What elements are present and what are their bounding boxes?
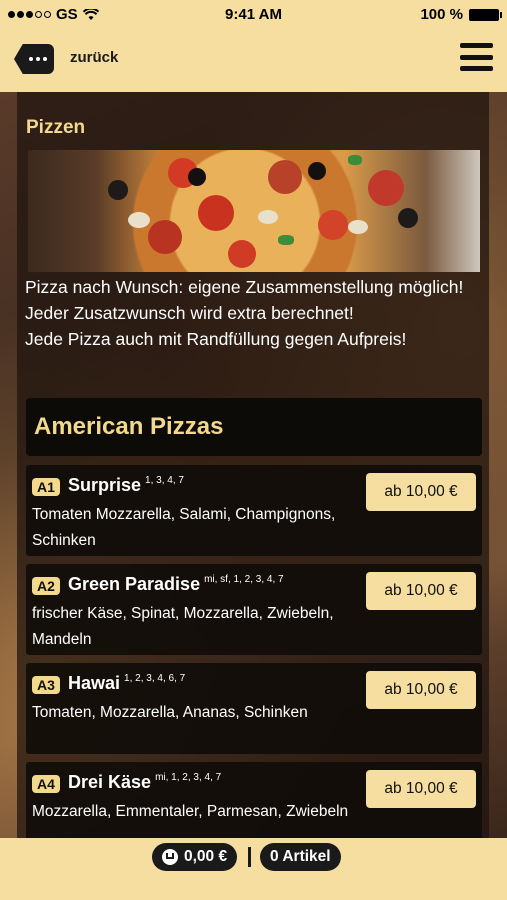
add-to-cart-button[interactable]: ab 10,00 € bbox=[366, 671, 476, 709]
cart-count: 0 Artikel bbox=[270, 848, 331, 865]
section-title: Pizzen bbox=[26, 117, 86, 138]
cart-count-button[interactable]: 0 Artikel bbox=[260, 843, 341, 871]
item-description: frischer Käse, Spinat, Mozzarella, Zwieb… bbox=[32, 605, 334, 648]
status-bar: GS 9:41 AM 100 % bbox=[0, 0, 507, 30]
item-code-badge: A1 bbox=[32, 478, 60, 496]
menu-item[interactable]: A1 Surprise 1, 3, 4, 7 Tomaten Mozzarella… bbox=[26, 465, 482, 556]
menu-item[interactable]: A3 Hawai 1, 2, 3, 4, 6, 7 Tomaten, Mozzar… bbox=[26, 663, 482, 754]
item-notes: 1, 2, 3, 4, 6, 7 bbox=[124, 673, 186, 684]
item-description: Tomaten Mozzarella, Salami, Champignons,… bbox=[32, 506, 336, 549]
item-name-row: Surprise 1, 3, 4, 7 bbox=[68, 475, 184, 496]
item-code-badge: A2 bbox=[32, 577, 60, 595]
item-name: Drei Käse bbox=[68, 772, 152, 792]
item-name-row: Green Paradise mi, sf, 1, 2, 3, 4, 7 bbox=[68, 574, 284, 595]
intro-text: Pizza nach Wunsch: eigene Zusammenstellu… bbox=[25, 274, 485, 352]
back-icon[interactable] bbox=[14, 44, 54, 74]
item-name: Hawai bbox=[68, 673, 121, 693]
item-description: Tomaten, Mozzarella, Ananas, Schinken bbox=[32, 704, 308, 721]
back-button[interactable]: zurück bbox=[70, 49, 118, 66]
divider bbox=[248, 847, 251, 867]
item-name: Green Paradise bbox=[68, 574, 201, 594]
item-code-badge: A4 bbox=[32, 775, 60, 793]
intro-line: Pizza nach Wunsch: eigene Zusammenstellu… bbox=[25, 277, 464, 297]
item-name-row: Hawai 1, 2, 3, 4, 6, 7 bbox=[68, 673, 185, 694]
add-to-cart-button[interactable]: ab 10,00 € bbox=[366, 572, 476, 610]
pizza-banner-image bbox=[28, 150, 480, 272]
battery-icon bbox=[469, 8, 502, 21]
battery-label: 100 % bbox=[420, 6, 463, 23]
menu-item[interactable]: A2 Green Paradise mi, sf, 1, 2, 3, 4, 7 f… bbox=[26, 564, 482, 655]
item-notes: mi, sf, 1, 2, 3, 4, 7 bbox=[204, 574, 284, 585]
category-title: American Pizzas bbox=[34, 413, 224, 440]
hamburger-menu-icon[interactable] bbox=[460, 43, 493, 71]
cart-bar: 0,00 € 0 Artikel bbox=[0, 838, 507, 900]
intro-line: Jeder Zusatzwunsch wird extra berechnet! bbox=[25, 303, 354, 323]
item-notes: 1, 3, 4, 7 bbox=[145, 475, 184, 486]
item-name-row: Drei Käse mi, 1, 2, 3, 4, 7 bbox=[68, 772, 221, 793]
cart-icon bbox=[162, 849, 178, 865]
app-header: zurück bbox=[0, 30, 507, 92]
content-area[interactable]: Pizzen Pizza nach Wunsch: eigene Zusamme… bbox=[0, 92, 507, 838]
cart-total-button[interactable]: 0,00 € bbox=[152, 843, 238, 871]
item-description: Mozzarella, Emmentaler, Parmesan, Zwiebe… bbox=[32, 803, 349, 820]
cart-total: 0,00 € bbox=[184, 848, 228, 865]
category-header[interactable]: American Pizzas bbox=[26, 398, 482, 456]
item-code-badge: A3 bbox=[32, 676, 60, 694]
battery-info: 100 % bbox=[420, 6, 502, 23]
item-name: Surprise bbox=[68, 475, 142, 495]
add-to-cart-button[interactable]: ab 10,00 € bbox=[366, 473, 476, 511]
add-to-cart-button[interactable]: ab 10,00 € bbox=[366, 770, 476, 808]
intro-line: Jede Pizza auch mit Randfüllung gegen Au… bbox=[25, 329, 407, 349]
item-notes: mi, 1, 2, 3, 4, 7 bbox=[155, 772, 222, 783]
menu-item[interactable]: A4 Drei Käse mi, 1, 2, 3, 4, 7 Mozzarella… bbox=[26, 762, 482, 838]
